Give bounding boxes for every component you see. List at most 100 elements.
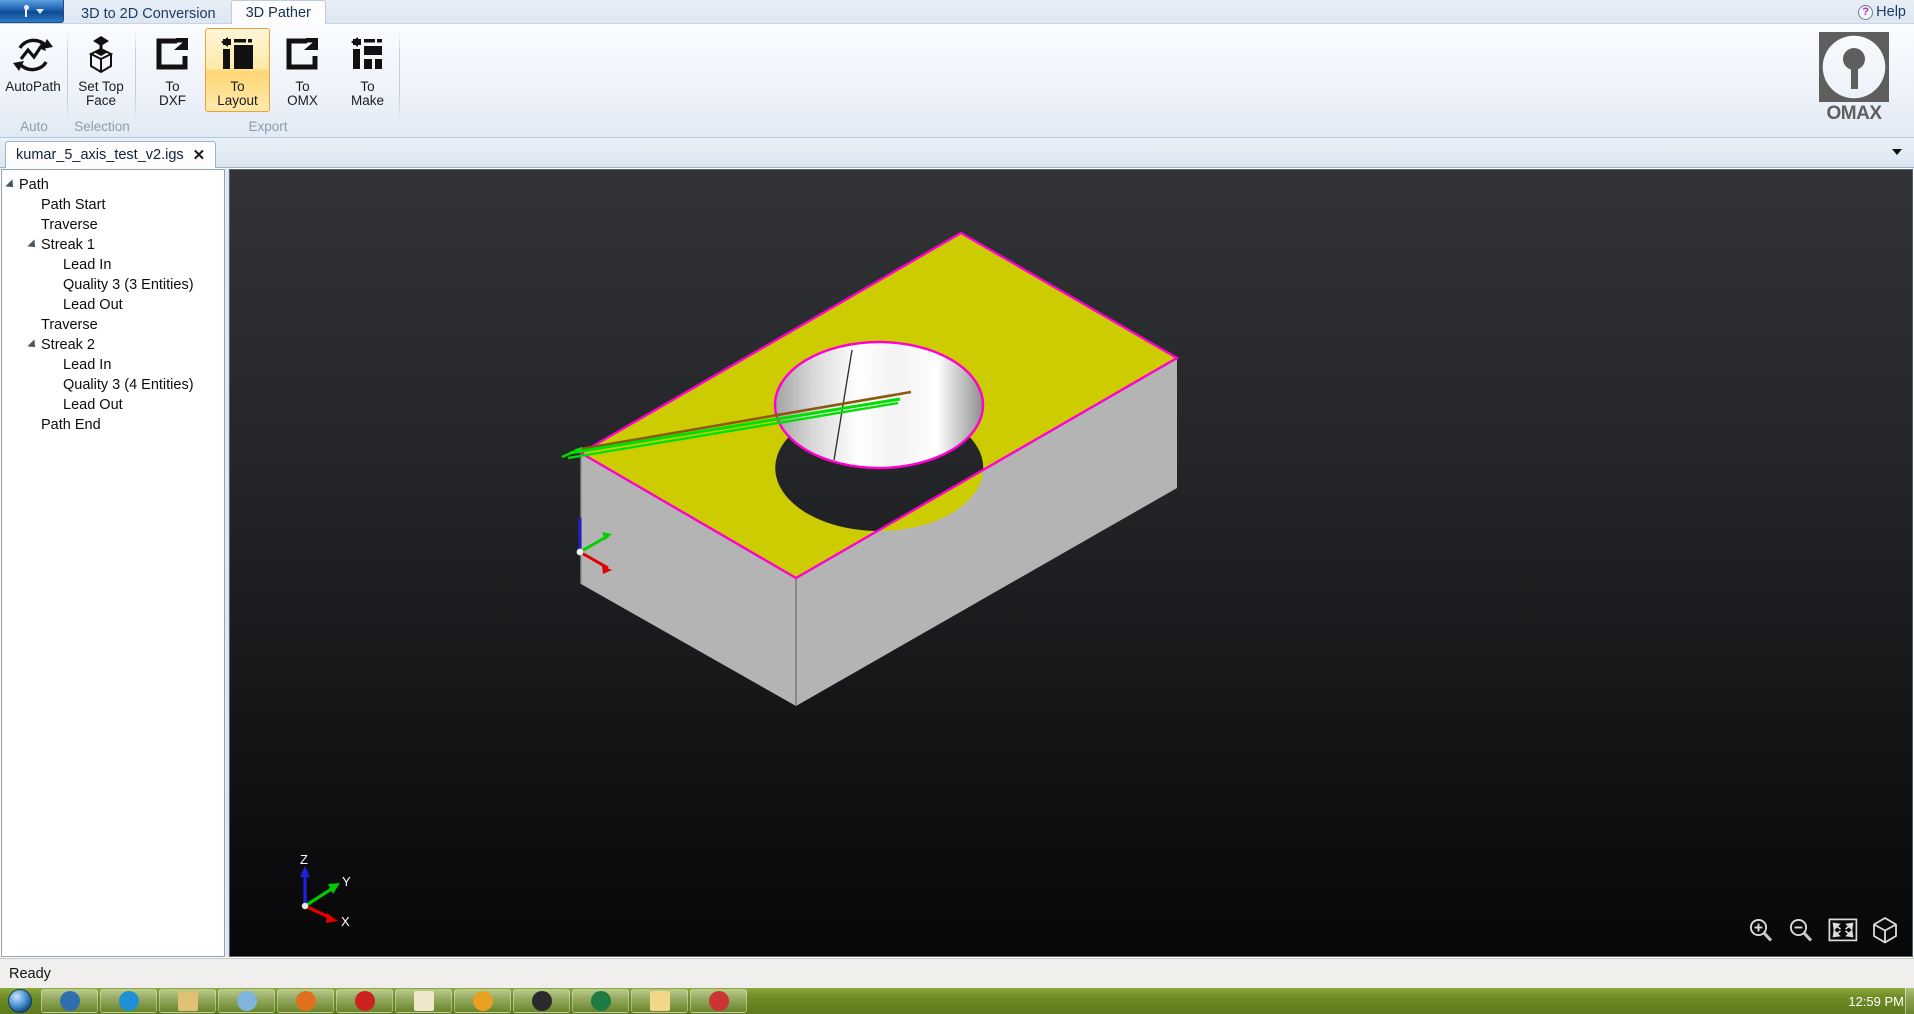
taskbar-clock[interactable]: 12:59 PM: [1848, 988, 1904, 1014]
ribbon-group-selection-label: Selection: [74, 119, 130, 134]
tree-node-label: Streak 2: [41, 337, 95, 353]
application-menu-button[interactable]: [0, 0, 64, 23]
path-tree-panel[interactable]: Path Path Start Traverse Streak 1 Lead In Qua…: [1, 169, 225, 957]
tree-node-label: Traverse: [41, 317, 98, 333]
iso-view-cube-icon[interactable]: [1872, 916, 1898, 944]
taskbar-item[interactable]: [513, 989, 570, 1013]
to-omx-button[interactable]: To OMX: [270, 28, 335, 112]
ribbon: AutoPath Auto Set Top Face Selection To …: [0, 24, 1914, 138]
taskbar-item[interactable]: [572, 989, 629, 1013]
tree-node[interactable]: Path Start: [8, 195, 224, 215]
taskbar-item[interactable]: [454, 989, 511, 1013]
set-top-face-button[interactable]: Set Top Face: [68, 28, 134, 112]
tree-node[interactable]: Lead Out: [8, 295, 224, 315]
ribbon-tab-3d-pather[interactable]: 3D Pather: [230, 0, 326, 24]
show-desktop-button[interactable]: [1905, 988, 1914, 1014]
tree-node-label: Lead Out: [63, 397, 123, 413]
ribbon-tab-3d-to-2d-conversion[interactable]: 3D to 2D Conversion: [66, 2, 231, 24]
tree-node[interactable]: Traverse: [8, 315, 224, 335]
to-dxf-label-l1: To: [165, 79, 180, 94]
fit-to-window-icon[interactable]: [1828, 918, 1858, 942]
help-label: Help: [1876, 4, 1906, 20]
omax-nozzle-stem: [1850, 65, 1858, 89]
ribbon-group-selection: Set Top Face Selection: [68, 24, 136, 137]
export-omx-icon: [284, 33, 322, 77]
to-layout-button[interactable]: To Layout: [205, 28, 270, 112]
viewport-tools: [1748, 916, 1898, 944]
taskbar-item[interactable]: [100, 989, 157, 1013]
taskbar-item[interactable]: [690, 989, 747, 1013]
tree-node-label: Path: [19, 177, 49, 193]
tree-node[interactable]: Lead Out: [8, 395, 224, 415]
taskbar-item[interactable]: [159, 989, 216, 1013]
tree-node[interactable]: Quality 3 (4 Entities): [8, 375, 224, 395]
tree-node[interactable]: Streak 2: [8, 335, 224, 355]
ribbon-group-auto-label: Auto: [20, 119, 48, 134]
tree-node-label: Streak 1: [41, 237, 95, 253]
close-icon[interactable]: ✕: [193, 146, 206, 164]
taskbar-item[interactable]: [395, 989, 452, 1013]
chevron-down-icon: [35, 8, 44, 14]
expander-triangle-icon[interactable]: [27, 339, 39, 351]
expander-triangle-icon[interactable]: [5, 179, 17, 191]
tree-node[interactable]: Quality 3 (3 Entities): [8, 275, 224, 295]
help-button[interactable]: ? Help: [1858, 1, 1906, 23]
to-make-button[interactable]: To Make: [335, 28, 400, 112]
explorer-folder-icon: [177, 991, 198, 1011]
omax-nozzle-icon: [20, 4, 33, 18]
svg-text:Z: Z: [300, 854, 308, 867]
title-bar: 3D to 2D Conversion 3D Pather ? Help: [0, 0, 1914, 24]
set-top-face-icon: [81, 33, 121, 77]
zoom-in-icon[interactable]: [1748, 917, 1774, 943]
tree-node-label: Path End: [41, 417, 101, 433]
tree-node-label: Quality 3 (4 Entities): [63, 377, 194, 393]
tree-node[interactable]: Lead In: [8, 355, 224, 375]
to-omx-label-l2: OMX: [287, 93, 318, 108]
export-dxf-icon: [154, 33, 192, 77]
svg-text:X: X: [341, 914, 350, 926]
tree-node[interactable]: Streak 1: [8, 235, 224, 255]
to-layout-label: To Layout: [217, 80, 258, 108]
cd-app-icon: [708, 991, 729, 1011]
to-dxf-button[interactable]: To DXF: [140, 28, 205, 112]
document-tab-bar: kumar_5_axis_test_v2.igs ✕: [0, 138, 1914, 168]
export-make-icon: [349, 33, 387, 77]
tree-node[interactable]: Path End: [8, 415, 224, 435]
internet-explorer-icon: [118, 991, 139, 1011]
chevron-down-icon[interactable]: [1892, 149, 1902, 155]
model-canvas: [561, 231, 1180, 706]
window-app-icon: [236, 991, 257, 1011]
tree-node-label: Lead Out: [63, 297, 123, 313]
taskbar-item[interactable]: [336, 989, 393, 1013]
export-layout-icon: [219, 33, 257, 77]
tree-node[interactable]: Traverse: [8, 215, 224, 235]
zoom-out-icon[interactable]: [1788, 917, 1814, 943]
ribbon-group-export: To DXF To Layout To OMX To Make Export: [136, 24, 400, 137]
tree-node[interactable]: Path: [5, 175, 224, 195]
taskbar-item[interactable]: [631, 989, 688, 1013]
document-tab-kumar-5-axis-test-v2[interactable]: kumar_5_axis_test_v2.igs ✕: [5, 141, 217, 168]
to-layout-label-l1: To: [230, 79, 245, 94]
omax-nozzle-mark-icon: [1815, 32, 1893, 102]
expander-triangle-icon[interactable]: [27, 239, 39, 251]
autopath-icon: [11, 33, 55, 77]
ribbon-tab-strip: 3D to 2D Conversion 3D Pather: [66, 0, 326, 24]
tree-node-label: Path Start: [41, 197, 106, 213]
taskbar-item[interactable]: [218, 989, 275, 1013]
terminal-icon: [531, 991, 552, 1011]
3d-viewport[interactable]: Z Y X: [229, 169, 1913, 957]
start-button[interactable]: [0, 988, 40, 1014]
set-top-face-label-l1: Set Top: [78, 79, 124, 94]
tree-node[interactable]: Lead In: [8, 255, 224, 275]
autopath-button[interactable]: AutoPath: [0, 28, 66, 112]
omax-logo: OMAX: [1808, 32, 1900, 128]
tree-node-label: Lead In: [63, 257, 112, 273]
to-omx-label-l1: To: [295, 79, 310, 94]
taskbar-item[interactable]: [277, 989, 334, 1013]
media-player-icon: [59, 991, 80, 1011]
tree-node-label: Quality 3 (3 Entities): [63, 277, 194, 293]
set-top-face-label: Set Top Face: [78, 80, 124, 108]
autopath-label: AutoPath: [5, 79, 61, 94]
taskbar-item[interactable]: [41, 989, 98, 1013]
ribbon-group-auto: AutoPath Auto: [0, 24, 68, 137]
